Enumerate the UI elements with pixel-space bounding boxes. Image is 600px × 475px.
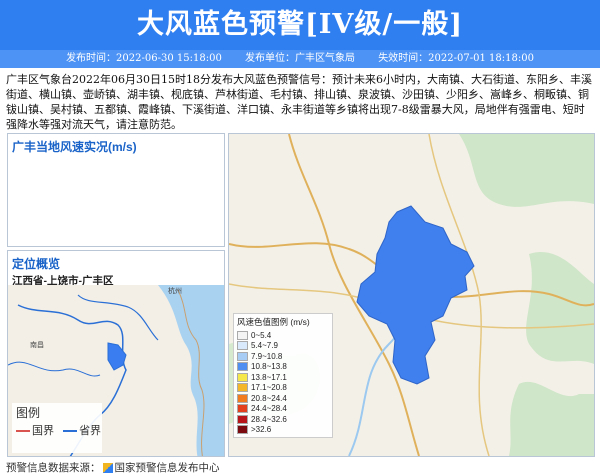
- wind-legend-row: >32.6: [237, 425, 329, 436]
- province-border-icon: [63, 430, 78, 433]
- data-source-footer: 预警信息数据来源： 国家预警信息发布中心: [6, 460, 220, 475]
- location-overview-panel: 定位概览 江西省-上饶市-广丰区 杭州 南昌 图例 国界 省界: [7, 250, 225, 457]
- legend-item-border: 国界 省界: [12, 422, 102, 438]
- wind-legend-row: 13.8~17.1: [237, 372, 329, 383]
- wind-color-swatch: [237, 341, 248, 351]
- wind-speed-panel: 广丰当地风速实况(m/s): [7, 133, 225, 247]
- publish-unit: 发布单位：广丰区气象局: [245, 53, 355, 64]
- wind-color-swatch: [237, 372, 248, 382]
- national-border-icon: [16, 430, 30, 433]
- wind-legend-row: 20.8~24.4: [237, 393, 329, 404]
- location-title: 定位概览: [12, 257, 61, 271]
- nanchang-label: 南昌: [30, 340, 44, 349]
- wind-color-swatch: [237, 425, 248, 435]
- wind-color-swatch: [237, 383, 248, 393]
- wind-color-swatch: [237, 414, 248, 424]
- wind-legend-row: 0~5.4: [237, 330, 329, 341]
- page-title: 大风蓝色预警[IV级/一般]: [137, 9, 463, 40]
- wind-color-legend: 风速色值图例 (m/s) 0~5.4 5.4~7.9 7.9~10.8 10.8…: [233, 313, 333, 438]
- hangzhou-label: 杭州: [168, 286, 182, 295]
- wind-legend-row: 10.8~13.8: [237, 362, 329, 373]
- wind-speed-title: 广丰当地风速实况(m/s): [12, 140, 137, 154]
- wind-color-swatch: [237, 330, 248, 340]
- wind-legend-row: 17.1~20.8: [237, 383, 329, 394]
- header-banner: 大风蓝色预警[IV级/一般]: [0, 0, 600, 50]
- legend-title: 图例: [16, 406, 41, 420]
- wind-legend-row: 5.4~7.9: [237, 341, 329, 352]
- wind-color-swatch: [237, 404, 248, 414]
- expire-time: 失效时间：2022-07-01 18:18:00: [378, 53, 534, 64]
- wind-color-swatch: [237, 362, 248, 372]
- overview-legend: 图例 国界 省界: [12, 403, 102, 453]
- warning-center-logo-icon: [102, 463, 113, 474]
- source-label: 预警信息数据来源：: [6, 462, 101, 474]
- wind-color-swatch: [237, 393, 248, 403]
- warning-description: 广丰区气象台2022年06月30日15时18分发布大风蓝色预警信号：预计未来6小…: [6, 73, 592, 131]
- publish-time: 发布时间：2022-06-30 15:18:00: [66, 53, 222, 64]
- wind-legend-row: 7.9~10.8: [237, 351, 329, 362]
- wind-legend-title: 风速色值图例 (m/s): [237, 317, 310, 327]
- warning-meta-bar: 发布时间：2022-06-30 15:18:00 发布单位：广丰区气象局 失效时…: [0, 50, 600, 68]
- source-link[interactable]: 国家预警信息发布中心: [115, 462, 220, 474]
- wind-legend-row: 28.4~32.6: [237, 414, 329, 425]
- wind-color-swatch: [237, 351, 248, 361]
- wind-legend-row: 24.4~28.4: [237, 404, 329, 415]
